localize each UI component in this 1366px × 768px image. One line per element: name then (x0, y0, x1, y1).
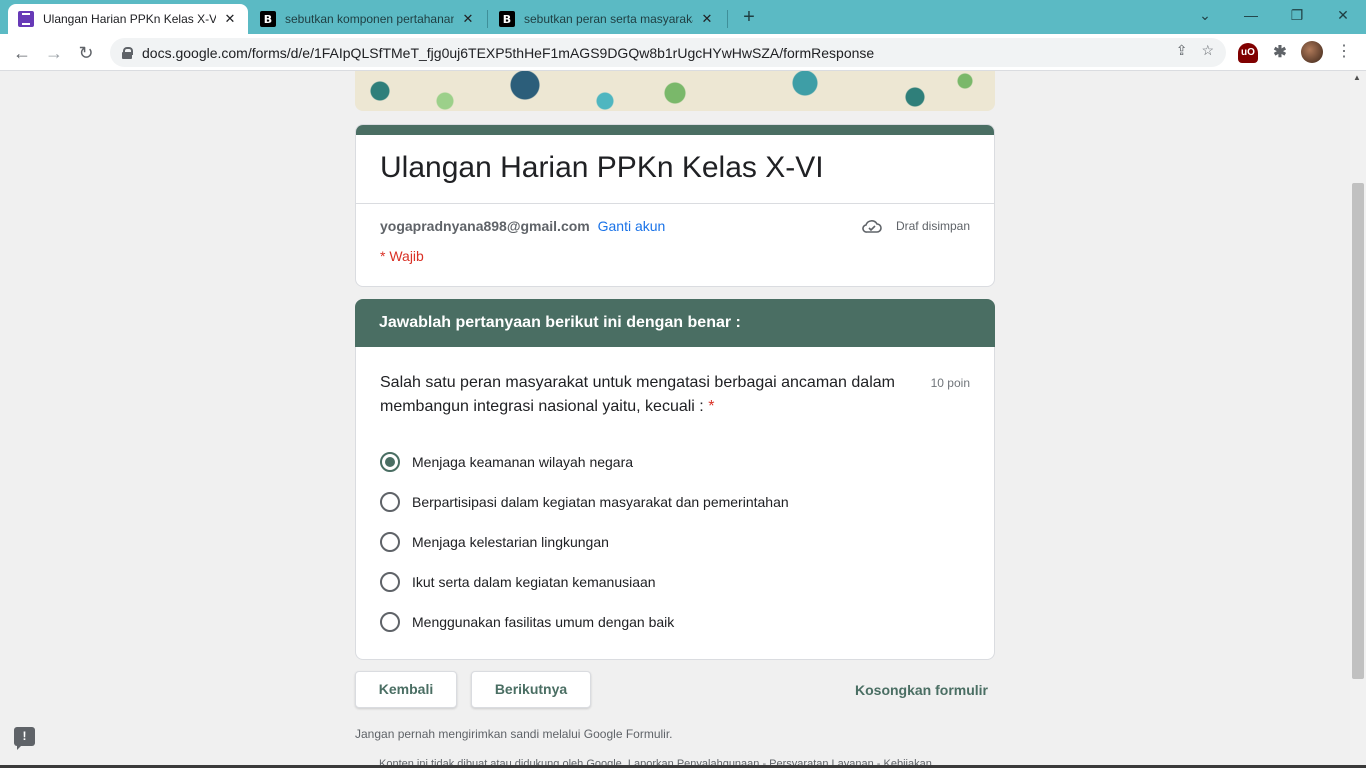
close-tab-icon[interactable]: ✕ (699, 11, 715, 27)
tab-forms[interactable]: Ulangan Harian PPKn Kelas X-VI ✕ (8, 4, 248, 34)
tab-brainly-1[interactable]: B sebutkan komponen pertahanan ✕ (250, 4, 486, 34)
tab-title: Ulangan Harian PPKn Kelas X-VI (43, 12, 216, 26)
question-text: Salah satu peran masyarakat untuk mengat… (380, 371, 910, 419)
url-text[interactable]: docs.google.com/forms/d/e/1FAIpQLSfTMeT_… (142, 45, 874, 61)
bookmark-star-icon[interactable]: ☆ (1201, 42, 1214, 59)
question-points: 10 poin (930, 376, 970, 390)
draft-status-text: Draf disimpan (895, 219, 970, 233)
question-card: Salah satu peran masyarakat untuk mengat… (355, 347, 995, 660)
option-label[interactable]: Berpartisipasi dalam kegiatan masyarakat… (412, 494, 789, 510)
theme-accent-bar (356, 125, 994, 135)
form-header-image (355, 71, 995, 111)
tab-divider (727, 10, 728, 28)
forward-button[interactable]: → (41, 40, 67, 66)
next-form-button[interactable]: Berikutnya (471, 671, 591, 708)
radio-button[interactable] (380, 492, 400, 512)
account-row: yogapradnyana898@gmail.com Ganti akun Dr… (356, 204, 994, 248)
restore-button[interactable]: ❐ (1282, 4, 1312, 26)
tab-strip: Ulangan Harian PPKn Kelas X-VI ✕ B sebut… (0, 0, 1366, 34)
close-tab-icon[interactable]: ✕ (460, 11, 476, 27)
feedback-icon[interactable]: ! (14, 727, 35, 750)
radio-button-checked[interactable] (380, 452, 400, 472)
radio-group: Menjaga keamanan wilayah negara Berparti… (380, 442, 789, 642)
option-label[interactable]: Menggunakan fasilitas umum dengan baik (412, 614, 674, 630)
back-button[interactable]: ← (9, 40, 35, 66)
brainly-icon: B (499, 11, 515, 27)
radio-option[interactable]: Berpartisipasi dalam kegiatan masyarakat… (380, 482, 789, 522)
question-label: Salah satu peran masyarakat untuk mengat… (380, 374, 895, 415)
switch-account-link[interactable]: Ganti akun (598, 218, 666, 234)
scrollbar-thumb[interactable] (1352, 183, 1364, 679)
section-header: Jawablah pertanyaan berikut ini dengan b… (355, 299, 995, 347)
radio-option[interactable]: Menjaga keamanan wilayah negara (380, 442, 789, 482)
new-tab-button[interactable]: + (738, 6, 760, 28)
back-form-button[interactable]: Kembali (355, 671, 457, 708)
profile-avatar[interactable] (1301, 41, 1323, 63)
reload-button[interactable]: ↻ (73, 40, 99, 66)
radio-option[interactable]: Menjaga kelestarian lingkungan (380, 522, 789, 562)
radio-option[interactable]: Menggunakan fasilitas umum dengan baik (380, 602, 789, 642)
close-tab-icon[interactable]: ✕ (222, 11, 238, 27)
lock-icon[interactable] (122, 46, 133, 59)
radio-button[interactable] (380, 572, 400, 592)
tab-title: sebutkan peran serta masyarakat (524, 12, 693, 26)
scroll-up-arrow-icon[interactable]: ▲ (1353, 73, 1361, 82)
radio-button[interactable] (380, 612, 400, 632)
option-label[interactable]: Ikut serta dalam kegiatan kemanusiaan (412, 574, 656, 590)
draft-status: Draf disimpan (862, 219, 970, 233)
required-asterisk: * (708, 398, 715, 415)
tab-brainly-2[interactable]: B sebutkan peran serta masyarakat ✕ (489, 4, 725, 34)
cloud-saved-icon (862, 220, 882, 233)
share-icon[interactable]: ⇪ (1176, 42, 1188, 59)
account-email: yogapradnyana898@gmail.com (380, 218, 590, 234)
ublock-origin-icon[interactable]: uO (1238, 43, 1258, 63)
browser-toolbar: ← → ↻ docs.google.com/forms/d/e/1FAIpQLS… (0, 34, 1366, 71)
extensions-puzzle-icon[interactable]: ✱ (1270, 43, 1290, 63)
minimize-button[interactable]: — (1236, 4, 1266, 26)
close-window-button[interactable]: ✕ (1328, 4, 1358, 26)
address-bar[interactable]: docs.google.com/forms/d/e/1FAIpQLSfTMeT_… (110, 38, 1226, 67)
form-title-card: Ulangan Harian PPKn Kelas X-VI yogapradn… (355, 124, 995, 287)
option-label[interactable]: Menjaga keamanan wilayah negara (412, 454, 633, 470)
radio-option[interactable]: Ikut serta dalam kegiatan kemanusiaan (380, 562, 789, 602)
google-forms-icon (18, 11, 34, 27)
clear-form-button[interactable]: Kosongkan formulir (855, 682, 988, 698)
form-title: Ulangan Harian PPKn Kelas X-VI (356, 135, 994, 204)
tab-divider (487, 10, 488, 28)
radio-button[interactable] (380, 532, 400, 552)
required-note: * Wajib (380, 248, 424, 264)
tab-title: sebutkan komponen pertahanan (285, 12, 454, 26)
browser-menu-icon[interactable]: ⋮ (1336, 41, 1352, 63)
tab-search-dropdown-icon[interactable]: ⌄ (1190, 4, 1220, 26)
option-label[interactable]: Menjaga kelestarian lingkungan (412, 534, 609, 550)
password-warning: Jangan pernah mengirimkan sandi melalui … (355, 727, 673, 741)
brainly-icon: B (260, 11, 276, 27)
